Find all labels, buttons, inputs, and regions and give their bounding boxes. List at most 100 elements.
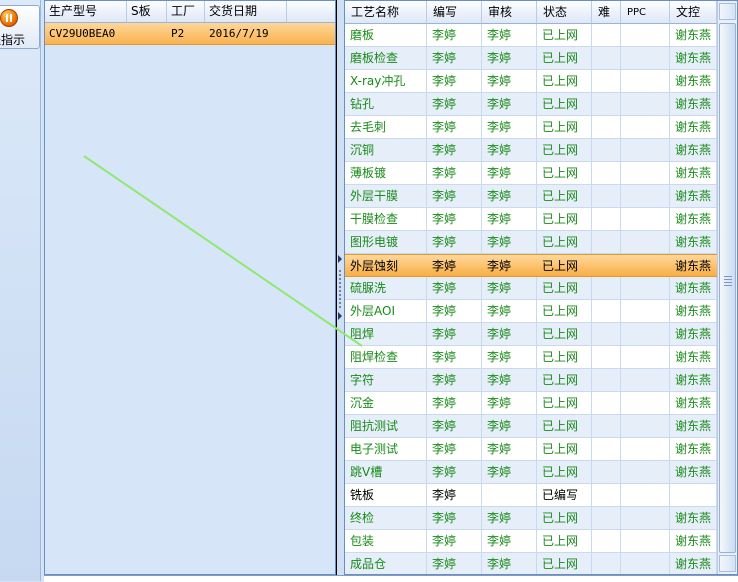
process-difficulty — [592, 255, 621, 277]
process-writer: 李婷 — [427, 484, 482, 506]
process-row[interactable]: 外层干膜 李婷 李婷 已上网 谢东燕 — [345, 185, 717, 208]
col-s-board[interactable]: S板 — [127, 1, 167, 22]
process-status: 已上网 — [537, 277, 592, 299]
process-doc-control: 谢东燕 — [670, 415, 717, 437]
splitter-grip — [339, 270, 341, 310]
process-row[interactable]: 硫脲洗 李婷 李婷 已上网 谢东燕 — [345, 277, 717, 300]
process-row[interactable]: 薄板镀 李婷 李婷 已上网 谢东燕 — [345, 162, 717, 185]
process-status: 已上网 — [537, 208, 592, 230]
process-reviewer: 李婷 — [487, 259, 512, 273]
process-status: 已上网 — [537, 93, 592, 115]
process-reviewer: 李婷 — [482, 208, 537, 230]
col-status[interactable]: 状态 — [537, 1, 592, 24]
process-row[interactable]: 磨板 李婷 李婷 已上网 谢东燕 — [345, 24, 717, 47]
process-writer: 李婷 — [427, 162, 482, 184]
process-reviewer: 李婷 — [482, 553, 537, 574]
process-writer: 李婷 — [427, 507, 482, 529]
process-name: 字符 — [345, 369, 427, 391]
col-doc-control[interactable]: 文控 — [670, 1, 717, 24]
process-reviewer: 李婷 — [482, 507, 537, 529]
process-ppc — [621, 438, 670, 460]
process-ppc — [621, 461, 670, 483]
scroll-up-button[interactable] — [719, 3, 736, 20]
process-status: 已上网 — [537, 24, 592, 46]
process-doc-control: 谢东燕 — [670, 530, 717, 552]
process-row[interactable]: 字符 李婷 李婷 已上网 谢东燕 — [345, 369, 717, 392]
col-model[interactable]: 生产型号 — [45, 1, 127, 22]
process-reviewer: 李婷 — [482, 185, 537, 207]
vertical-scrollbar[interactable] — [717, 1, 737, 574]
process-row[interactable]: 成品仓 李婷 李婷 已上网 谢东燕 — [345, 553, 717, 574]
process-difficulty — [592, 93, 621, 115]
process-status: 已上网 — [537, 185, 592, 207]
process-doc-control: 谢东燕 — [670, 70, 717, 92]
process-difficulty — [592, 369, 621, 391]
splitter-arrow-icon[interactable] — [338, 312, 342, 320]
col-process-name[interactable]: 工艺名称 — [345, 1, 427, 24]
process-writer: 李婷 — [427, 277, 482, 299]
process-ppc — [621, 208, 670, 230]
process-status: 已上网 — [537, 70, 592, 92]
col-delivery-date[interactable]: 交货日期 — [205, 1, 287, 22]
process-row[interactable]: 去毛刺 李婷 李婷 已上网 谢东燕 — [345, 116, 717, 139]
process-doc-control: 谢东燕 — [670, 93, 717, 115]
col-reviewer[interactable]: 审核 — [482, 1, 537, 24]
process-difficulty — [592, 392, 621, 414]
process-row[interactable]: 磨板检查 李婷 李婷 已上网 谢东燕 — [345, 47, 717, 70]
process-reviewer: 李婷 — [482, 392, 537, 414]
process-name: 阻焊检查 — [345, 346, 427, 368]
process-reviewer: 李婷 — [482, 116, 537, 138]
col-factory[interactable]: 工厂 — [167, 1, 205, 22]
process-writer: 李婷 — [427, 24, 482, 46]
process-row[interactable]: 图形电镀 李婷 李婷 已上网 谢东燕 — [345, 231, 717, 254]
process-difficulty — [592, 116, 621, 138]
process-writer: 李婷 — [427, 93, 482, 115]
process-difficulty — [592, 484, 621, 506]
process-status: 已上网 — [537, 231, 592, 253]
process-row[interactable]: 干膜检查 李婷 李婷 已上网 谢东燕 — [345, 208, 717, 231]
order-grid-header: 生产型号 S板 工厂 交货日期 — [45, 1, 335, 23]
left-toolbar: 程指示 — [0, 0, 41, 581]
process-name: 沉铜 — [345, 139, 427, 161]
col-difficulty[interactable]: 难 — [592, 1, 621, 24]
process-row[interactable]: 沉金 李婷 李婷 已上网 谢东燕 — [345, 392, 717, 415]
process-row[interactable]: 跳V槽 李婷 李婷 已上网 谢东燕 — [345, 461, 717, 484]
process-writer: 李婷 — [427, 323, 482, 345]
process-writer: 李婷 — [427, 185, 482, 207]
process-row[interactable]: 包装 李婷 李婷 已上网 谢东燕 — [345, 530, 717, 553]
col-writer[interactable]: 编写 — [427, 1, 482, 24]
col-ppc[interactable]: PPC — [621, 1, 670, 24]
process-status: 已上网 — [537, 139, 592, 161]
scroll-thumb[interactable] — [719, 23, 736, 553]
process-name: 去毛刺 — [345, 116, 427, 138]
scroll-down-button[interactable] — [719, 555, 736, 572]
process-status: 已上网 — [537, 530, 592, 552]
process-row-selected[interactable]: 外层蚀刻 李婷 李婷 已上网 谢东燕 — [345, 254, 717, 277]
process-ppc — [621, 277, 670, 299]
process-row[interactable]: 沉铜 李婷 李婷 已上网 谢东燕 — [345, 139, 717, 162]
process-difficulty — [592, 461, 621, 483]
process-doc-control: 谢东燕 — [670, 369, 717, 391]
process-row[interactable]: 外层AOI 李婷 李婷 已上网 谢东燕 — [345, 300, 717, 323]
process-row[interactable]: 阻焊 李婷 李婷 已上网 谢东燕 — [345, 323, 717, 346]
process-instruction-button[interactable]: 程指示 — [0, 5, 40, 49]
process-row[interactable]: 终检 李婷 李婷 已上网 谢东燕 — [345, 507, 717, 530]
process-row[interactable]: 阻抗测试 李婷 李婷 已上网 谢东燕 — [345, 415, 717, 438]
process-ppc — [621, 116, 670, 138]
process-difficulty — [592, 277, 621, 299]
process-writer: 李婷 — [432, 259, 457, 273]
process-doc-control: 谢东燕 — [670, 438, 717, 460]
process-doc-control: 谢东燕 — [670, 461, 717, 483]
order-row-selected[interactable]: CV29U0BEA0 P2 2016/7/19 — [45, 23, 335, 45]
process-ppc — [621, 346, 670, 368]
process-row[interactable]: 铣板 李婷 已编写 — [345, 484, 717, 507]
process-name: 薄板镀 — [345, 162, 427, 184]
process-row[interactable]: X-ray冲孔 李婷 李婷 已上网 谢东燕 — [345, 70, 717, 93]
panel-splitter[interactable] — [336, 0, 344, 575]
process-row[interactable]: 电子测试 李婷 李婷 已上网 谢东燕 — [345, 438, 717, 461]
process-row[interactable]: 钻孔 李婷 李婷 已上网 谢东燕 — [345, 93, 717, 116]
process-row[interactable]: 阻焊检查 李婷 李婷 已上网 谢东燕 — [345, 346, 717, 369]
process-reviewer: 李婷 — [482, 369, 537, 391]
splitter-arrow-icon[interactable] — [338, 255, 342, 263]
process-name: 图形电镀 — [345, 231, 427, 253]
